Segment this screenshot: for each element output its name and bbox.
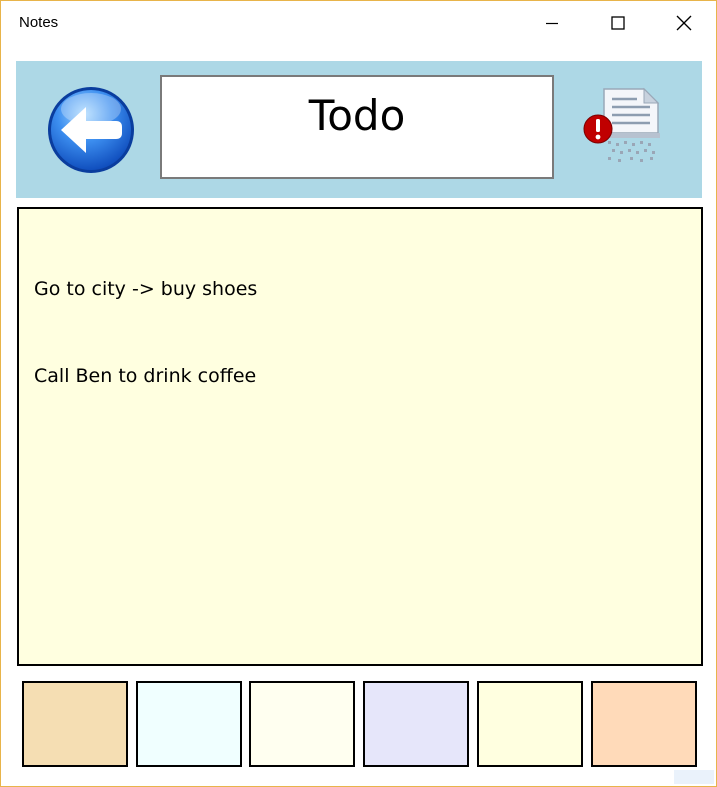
window-title: Notes: [19, 14, 59, 31]
color-swatch-bar: [22, 681, 698, 767]
minimize-button[interactable]: [529, 1, 575, 45]
swatch-wheat[interactable]: [22, 681, 128, 767]
swatch-light-yellow[interactable]: [477, 681, 583, 767]
back-arrow-icon: [48, 87, 134, 173]
delete-note-button[interactable]: [582, 85, 672, 175]
close-button[interactable]: [661, 1, 707, 45]
minimize-icon: [546, 22, 558, 25]
resize-grip[interactable]: [674, 770, 714, 784]
maximize-icon: [611, 16, 625, 30]
swatch-lavender[interactable]: [363, 681, 469, 767]
note-header: Todo: [16, 61, 702, 198]
title-bar: Notes: [1, 1, 716, 45]
maximize-button[interactable]: [595, 1, 641, 45]
note-line: Call Ben to drink coffee: [34, 365, 257, 387]
app-window: Notes Todo Go to city -> buy shoes Call …: [0, 0, 717, 787]
swatch-azure[interactable]: [136, 681, 242, 767]
note-body-editor[interactable]: Go to city -> buy shoes Call Ben to drin…: [17, 207, 703, 666]
shred-document-icon: [583, 87, 660, 162]
back-button[interactable]: [46, 85, 136, 175]
swatch-peach-puff[interactable]: [591, 681, 697, 767]
close-icon: [676, 15, 692, 31]
note-title-field[interactable]: Todo: [160, 75, 554, 179]
note-line: Go to city -> buy shoes: [34, 278, 258, 300]
swatch-ivory[interactable]: [249, 681, 355, 767]
